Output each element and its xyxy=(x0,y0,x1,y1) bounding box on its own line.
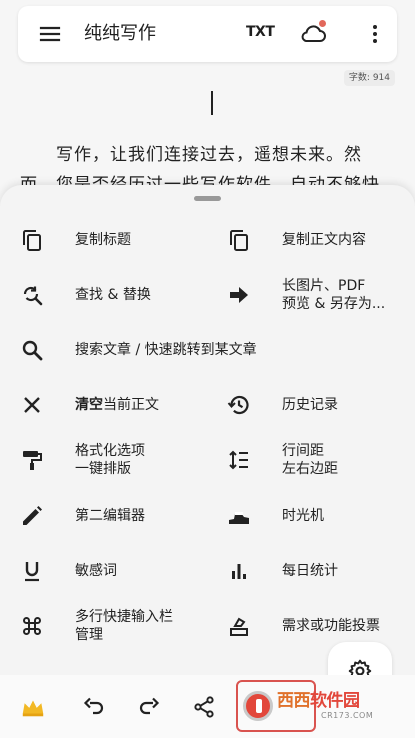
menu-icon[interactable] xyxy=(38,22,62,46)
menu-item-label: 敏感词 xyxy=(75,563,117,579)
watermark-site: CR173.COM xyxy=(321,711,374,720)
command-icon xyxy=(20,614,44,638)
menu-item-copy-title[interactable]: 复制标题 xyxy=(20,220,131,260)
menu-item-format-options[interactable]: 格式化选项 一键排版 xyxy=(20,440,145,480)
copy-icon xyxy=(227,228,251,252)
menu-item-label: 每日统计 xyxy=(282,563,338,579)
edit-icon xyxy=(20,504,44,528)
more-vertical-icon[interactable] xyxy=(363,22,387,46)
label-rest-part: 当前正文 xyxy=(103,397,159,413)
menu-item-label: 复制标题 xyxy=(75,232,131,248)
watermark-logo-icon xyxy=(243,691,273,721)
menu-item-export-preview[interactable]: 长图片、PDF 预览 & 另存为... xyxy=(227,275,385,315)
menu-item-quick-input[interactable]: 多行快捷输入栏 管理 xyxy=(20,606,173,646)
share-icon[interactable] xyxy=(190,693,218,721)
sync-status-dot xyxy=(319,20,326,27)
history-icon xyxy=(227,393,251,417)
txt-export-button[interactable]: TXT xyxy=(246,24,275,40)
close-icon xyxy=(20,393,44,417)
watermark-brand-b: 软件园 xyxy=(310,691,360,711)
underline-icon xyxy=(20,559,44,583)
label-bold-part: 清空 xyxy=(75,397,103,413)
watermark-logo: 西西软件园 CR173.COM xyxy=(243,686,398,726)
app-bar: 纯纯写作 TXT xyxy=(18,6,397,62)
menu-item-find-replace[interactable]: 查找 & 替换 xyxy=(20,275,151,315)
app-title: 纯纯写作 xyxy=(84,23,156,44)
text-cursor xyxy=(211,91,213,115)
menu-item-label: 格式化选项 一键排版 xyxy=(75,443,145,477)
bar-chart-icon xyxy=(227,559,251,583)
word-count-badge: 字数: 914 xyxy=(343,70,395,86)
menu-bottom-sheet: 复制标题 复制正文内容 查找 & 替换 长图片、PDF 预览 & 另存为... … xyxy=(0,185,415,675)
menu-item-search-articles[interactable]: 搜索文章 / 快速跳转到某文章 xyxy=(20,330,257,370)
menu-item-label: 历史记录 xyxy=(282,397,338,413)
menu-item-daily-stats[interactable]: 每日统计 xyxy=(227,551,338,591)
menu-item-history[interactable]: 历史记录 xyxy=(227,385,338,425)
vote-icon xyxy=(227,614,251,638)
watermark-brand-a: 西西 xyxy=(277,691,311,711)
menu-item-label: 多行快捷输入栏 管理 xyxy=(75,609,173,643)
menu-item-time-machine[interactable]: 时光机 xyxy=(227,496,324,536)
find-replace-icon xyxy=(20,283,44,307)
menu-item-label: 第二编辑器 xyxy=(75,508,145,524)
menu-item-second-editor[interactable]: 第二编辑器 xyxy=(20,496,145,536)
menu-item-label: 复制正文内容 xyxy=(282,232,366,248)
menu-item-sensitive-words[interactable]: 敏感词 xyxy=(20,551,117,591)
menu-item-label: 行间距 左右边距 xyxy=(282,443,338,477)
menu-item-clear-body[interactable]: 清空当前正文 xyxy=(20,385,159,425)
arrow-right-icon xyxy=(227,283,251,307)
sheet-drag-handle[interactable] xyxy=(194,196,221,201)
redo-icon[interactable] xyxy=(135,693,163,721)
time-machine-icon xyxy=(227,504,251,528)
format-paint-icon xyxy=(20,448,44,472)
watermark-brand: 西西软件园 xyxy=(277,691,373,711)
search-icon xyxy=(20,338,44,362)
undo-icon[interactable] xyxy=(80,693,108,721)
menu-item-label: 查找 & 替换 xyxy=(75,287,151,303)
crown-icon[interactable] xyxy=(19,693,47,721)
copy-icon xyxy=(20,228,44,252)
menu-item-copy-body[interactable]: 复制正文内容 xyxy=(227,220,366,260)
menu-item-label: 需求或功能投票 xyxy=(282,618,380,634)
menu-item-label: 长图片、PDF 预览 & 另存为... xyxy=(282,278,386,312)
menu-item-label: 搜索文章 / 快速跳转到某文章 xyxy=(75,342,257,358)
menu-item-line-spacing[interactable]: 行间距 左右边距 xyxy=(227,440,338,480)
menu-item-feature-vote[interactable]: 需求或功能投票 xyxy=(227,606,380,646)
watermark-text: 西西软件园 CR173.COM xyxy=(277,691,373,721)
line-spacing-icon xyxy=(227,448,251,472)
menu-item-label: 清空当前正文 xyxy=(75,396,159,414)
menu-item-label: 时光机 xyxy=(282,508,324,524)
